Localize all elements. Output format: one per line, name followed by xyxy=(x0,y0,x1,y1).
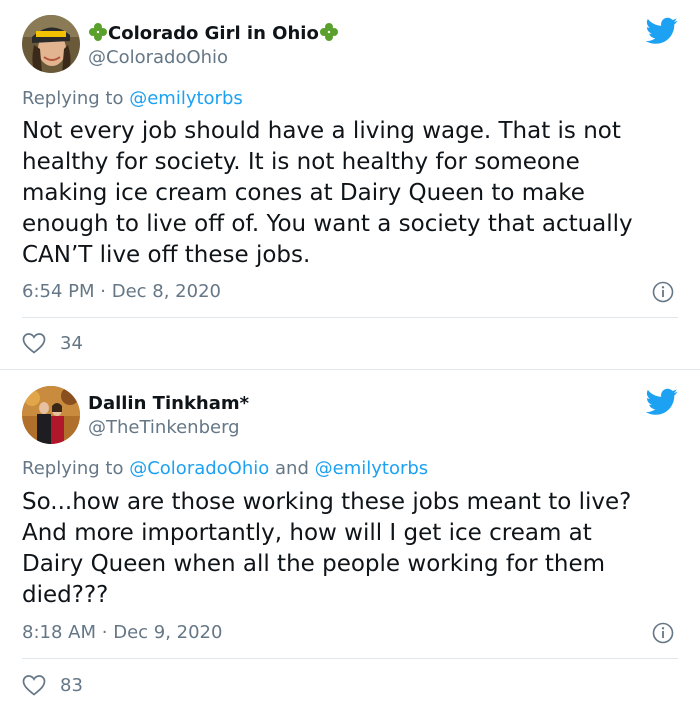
tweet-card-1: Colorado Girl in Ohio @ColoradoOhio Repl… xyxy=(0,0,700,370)
tweet-text-line: Not every job should have a living wage.… xyxy=(22,118,621,144)
display-name[interactable]: Colorado Girl in Ohio xyxy=(88,22,339,44)
clover-icon xyxy=(89,23,107,41)
twitter-bird-icon[interactable] xyxy=(646,17,678,45)
heart-icon[interactable] xyxy=(22,674,46,696)
avatar[interactable] xyxy=(22,386,80,444)
tweet-text: Not every job should have a living wage.… xyxy=(22,116,682,271)
info-icon[interactable] xyxy=(652,622,674,644)
like-count: 34 xyxy=(60,333,83,354)
twitter-bird-icon[interactable] xyxy=(646,388,678,416)
avatar[interactable] xyxy=(22,15,80,73)
tweet-text-line: died??? xyxy=(22,582,109,608)
tweet-text-line: healthy for society. It is not healthy f… xyxy=(22,149,580,175)
tweet-timestamp[interactable]: 8:18 AM · Dec 9, 2020 xyxy=(22,622,222,643)
like-count: 83 xyxy=(60,675,83,696)
user-handle[interactable]: @ColoradoOhio xyxy=(88,47,228,68)
tweet-timestamp[interactable]: 6:54 PM · Dec 8, 2020 xyxy=(22,281,221,302)
clover-icon xyxy=(319,23,338,41)
display-name[interactable]: Dallin Tinkham* xyxy=(88,393,249,414)
tweet-text-line: Dairy Queen when all the people working … xyxy=(22,551,606,577)
tweet-text: So...how are those working these jobs me… xyxy=(22,487,682,611)
tweet-text-line: making ice cream cones at Dairy Queen to… xyxy=(22,180,585,206)
heart-icon[interactable] xyxy=(22,332,46,354)
mention-link[interactable]: @emilytorbs xyxy=(129,88,243,109)
tweet-text-line: CAN’T live off these jobs. xyxy=(22,242,311,268)
tweet-text-line: And more importantly, how will I get ice… xyxy=(22,520,592,546)
replying-to-line: Replying to @ColoradoOhio and @emilytorb… xyxy=(22,458,429,479)
tweet-text-line: enough to live off of. You want a societ… xyxy=(22,211,633,237)
tweet-card-2: Dallin Tinkham* @TheTinkenberg Replying … xyxy=(0,370,700,712)
info-icon[interactable] xyxy=(652,281,674,303)
divider xyxy=(22,658,678,659)
tweet-text-line: So...how are those working these jobs me… xyxy=(22,489,632,515)
replying-to-line: Replying to @emilytorbs xyxy=(22,88,243,109)
mention-link[interactable]: @emilytorbs xyxy=(315,458,429,479)
mention-link[interactable]: @ColoradoOhio xyxy=(129,458,269,479)
divider xyxy=(22,317,678,318)
user-handle[interactable]: @TheTinkenberg xyxy=(88,417,240,438)
